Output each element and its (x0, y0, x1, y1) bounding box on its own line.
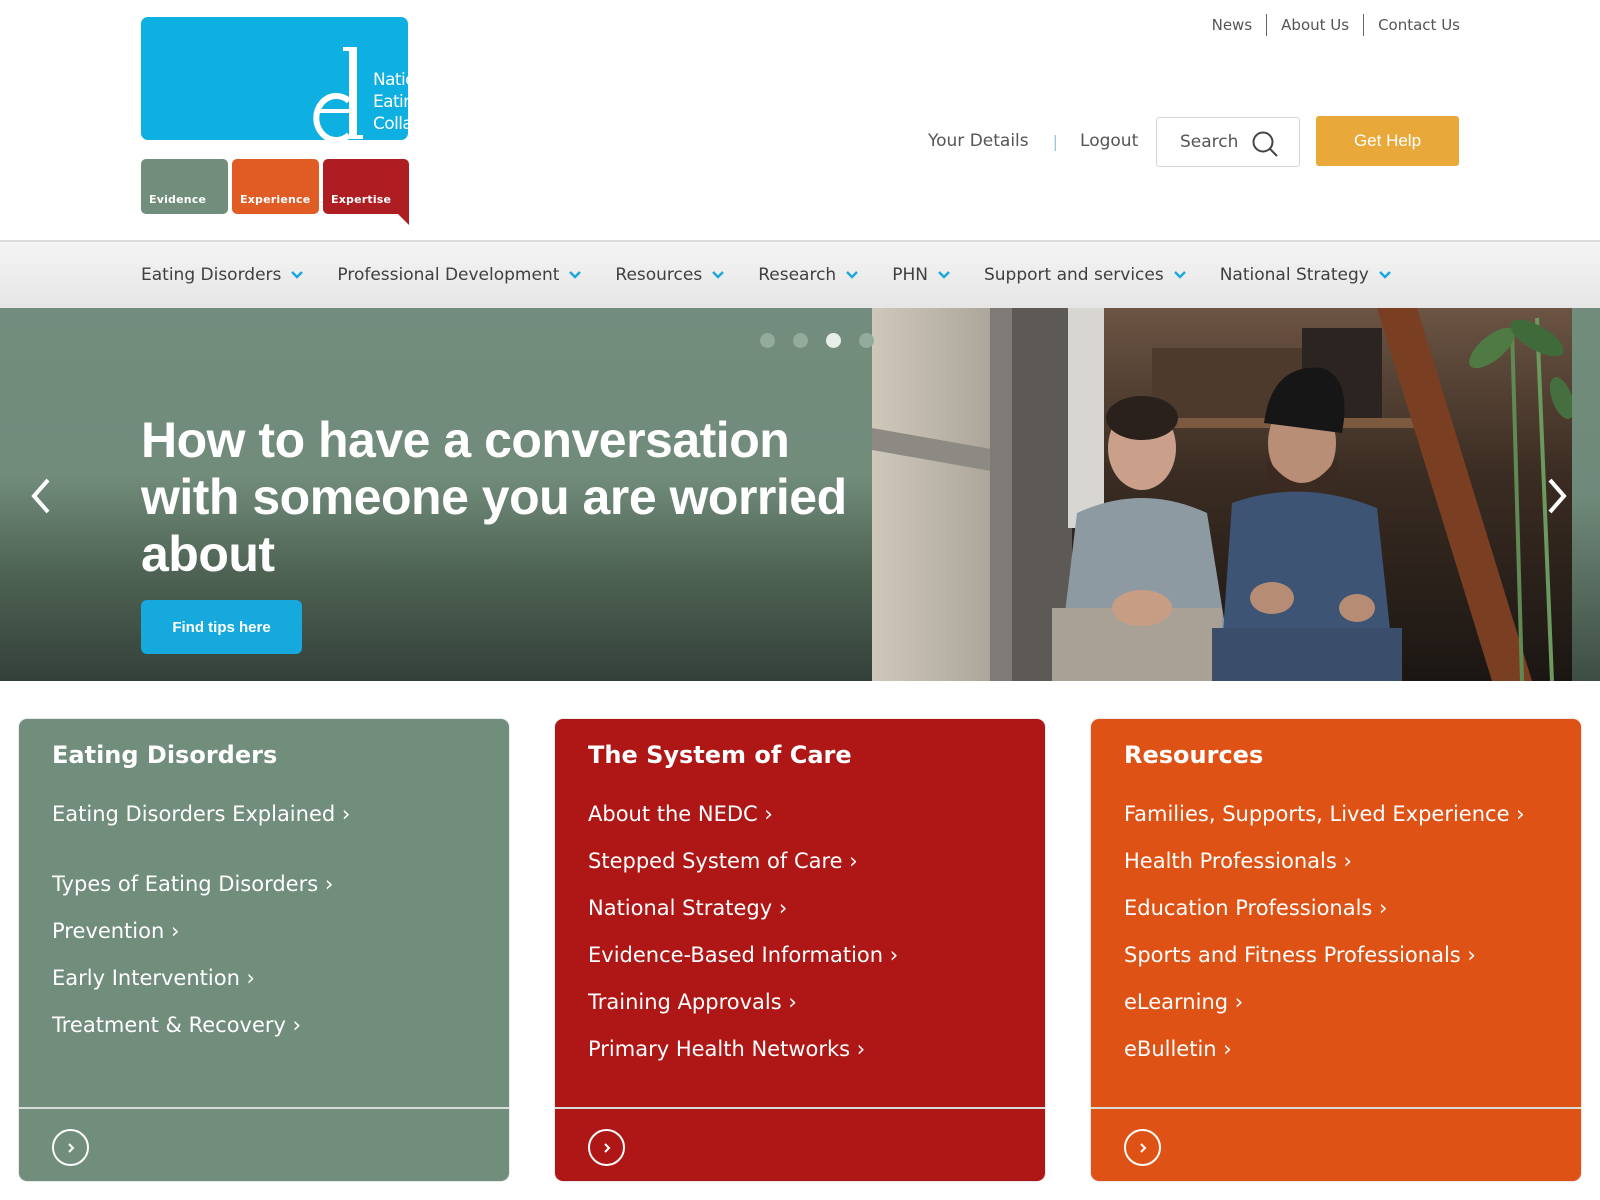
card-link[interactable]: Training Approvals › (588, 990, 898, 1037)
nav-label: PHN (892, 265, 928, 285)
card-link[interactable]: Types of Eating Disorders › (52, 872, 350, 919)
card-more-button[interactable] (588, 1129, 625, 1166)
search-placeholder: Search (1180, 132, 1239, 152)
nav-label: Resources (615, 265, 703, 285)
card-link-list: About the NEDC › Stepped System of Care … (588, 802, 898, 1084)
card-link[interactable]: Early Intervention › (52, 966, 350, 1013)
divider (555, 1107, 1045, 1109)
carousel-dot-active[interactable] (826, 333, 841, 348)
card-system-of-care: The System of Care About the NEDC › Step… (555, 719, 1045, 1181)
utility-nav: News About Us Contact Us (1198, 14, 1460, 36)
chevron-down-icon (1173, 271, 1186, 279)
nav-label: Professional Development (337, 265, 560, 285)
carousel-dot[interactable] (760, 333, 775, 348)
nav-label: Eating Disorders (141, 265, 282, 285)
card-link[interactable]: Education Professionals › (1124, 896, 1525, 943)
nav-item-national-strategy[interactable]: National Strategy (1220, 265, 1392, 285)
hero-carousel: How to have a conversation with someone … (0, 308, 1600, 681)
util-link-news[interactable]: News (1198, 16, 1267, 34)
nav-item-support-and-services[interactable]: Support and services (984, 265, 1187, 285)
divider: | (1052, 131, 1059, 151)
card-link-list: Families, Supports, Lived Experience › H… (1124, 802, 1525, 1084)
logo-tag-experience: Experience (232, 159, 319, 214)
search-input[interactable]: Search (1156, 117, 1300, 167)
chevron-right-circle-icon (1139, 1142, 1146, 1153)
card-link[interactable]: Prevention › (52, 919, 350, 966)
card-more-button[interactable] (52, 1129, 89, 1166)
get-help-button[interactable]: Get Help (1316, 116, 1459, 166)
nav-item-professional-development[interactable]: Professional Development (337, 265, 582, 285)
card-link[interactable]: Eating Disorders Explained › (52, 802, 350, 872)
chevron-down-icon (938, 271, 950, 279)
card-link[interactable]: Stepped System of Care › (588, 849, 898, 896)
card-title: The System of Care (588, 741, 852, 769)
util-link-about-us[interactable]: About Us (1267, 16, 1363, 34)
logo-tag-expertise: Expertise (323, 159, 409, 214)
main-nav-list: Eating Disorders Professional Developmen… (141, 242, 1392, 308)
chevron-down-icon (1378, 271, 1391, 279)
nav-item-research[interactable]: Research (758, 265, 859, 285)
card-more-button[interactable] (1124, 1129, 1161, 1166)
card-title: Eating Disorders (52, 741, 278, 769)
card-link[interactable]: National Strategy › (588, 896, 898, 943)
chevron-right-circle-icon (67, 1142, 74, 1153)
hero-edge-strip (1572, 308, 1600, 681)
logo-line: Collaboration (373, 114, 479, 134)
your-details-link[interactable]: Your Details (928, 131, 1029, 151)
chevron-down-icon (712, 271, 725, 279)
card-link[interactable]: Sports and Fitness Professionals › (1124, 943, 1525, 990)
card-link[interactable]: Health Professionals › (1124, 849, 1525, 896)
card-link[interactable]: Treatment & Recovery › (52, 1013, 350, 1060)
chevron-down-icon (291, 271, 304, 279)
card-link[interactable]: Primary Health Networks › (588, 1037, 898, 1084)
hero-title: How to have a conversation with someone … (141, 412, 847, 582)
chevron-down-icon (846, 271, 859, 279)
carousel-pagination (760, 333, 892, 348)
chevron-right-circle-icon (603, 1142, 610, 1153)
search-icon[interactable] (1251, 130, 1279, 158)
divider (1091, 1107, 1581, 1109)
chevron-right-icon[interactable] (1540, 474, 1574, 518)
card-link[interactable]: About the NEDC › (588, 802, 898, 849)
card-link[interactable]: Families, Supports, Lived Experience › (1124, 802, 1525, 849)
card-resources: Resources Families, Supports, Lived Expe… (1091, 719, 1581, 1181)
card-link[interactable]: eLearning › (1124, 990, 1525, 1037)
carousel-dot[interactable] (793, 333, 808, 348)
card-eating-disorders: Eating Disorders Eating Disorders Explai… (19, 719, 509, 1181)
logo-line: Eating Disorders (373, 92, 504, 112)
nav-label: Research (758, 265, 837, 285)
account-links: Your Details | Logout (928, 116, 1138, 166)
logo-line: National (373, 70, 440, 90)
logo-tag-evidence: Evidence (141, 159, 228, 214)
nav-label: National Strategy (1219, 265, 1369, 285)
main-nav: Eating Disorders Professional Developmen… (0, 240, 1600, 308)
divider (19, 1107, 509, 1109)
site-header: National Eating Disorders Collaboration … (0, 0, 1600, 240)
nav-item-resources[interactable]: Resources (615, 265, 725, 285)
card-link[interactable]: Evidence-Based Information › (588, 943, 898, 990)
hero-image (872, 308, 1572, 681)
nav-label: Support and services (983, 265, 1164, 285)
logout-link[interactable]: Logout (1080, 131, 1138, 151)
chevron-left-icon[interactable] (24, 474, 58, 518)
card-link-list: Eating Disorders Explained › Types of Ea… (52, 802, 350, 1060)
hero-photo-illustration (872, 308, 1572, 681)
card-title: Resources (1124, 741, 1264, 769)
util-link-contact-us[interactable]: Contact Us (1364, 16, 1460, 34)
card-link[interactable]: eBulletin › (1124, 1037, 1525, 1084)
chevron-down-icon (569, 271, 582, 279)
nav-item-eating-disorders[interactable]: Eating Disorders (141, 265, 304, 285)
logo-ed-monogram-icon (313, 47, 363, 143)
nav-item-phn[interactable]: PHN (892, 265, 951, 285)
logo-wordmark: National Eating Disorders Collaboration (373, 69, 504, 135)
find-tips-button[interactable]: Find tips here (141, 600, 302, 654)
carousel-dot[interactable] (859, 333, 874, 348)
site-logo[interactable]: National Eating Disorders Collaboration (141, 17, 504, 143)
logo-speech-tail (397, 213, 409, 225)
